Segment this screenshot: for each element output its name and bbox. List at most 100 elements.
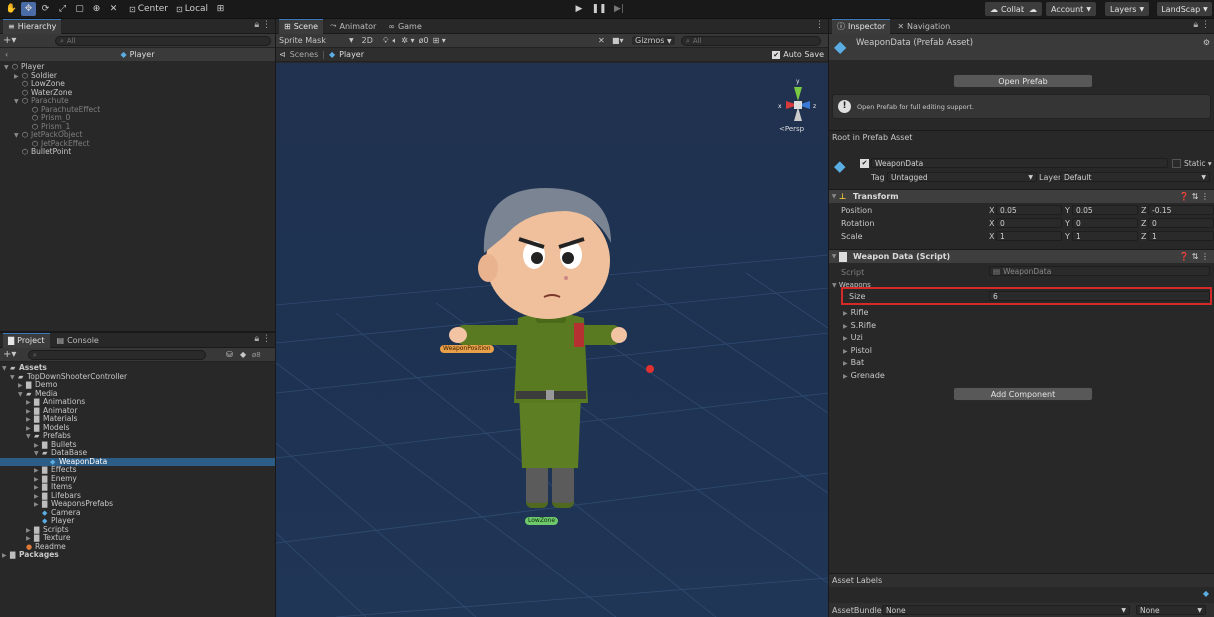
axis-y-label[interactable]: Y bbox=[1065, 206, 1070, 215]
breadcrumb-player[interactable]: Player bbox=[339, 50, 364, 59]
lighting-toggle-icon[interactable]: 💡︎ bbox=[383, 36, 389, 46]
scene-viewport[interactable]: WeaponPosition LowZone x z y <Persp bbox=[276, 63, 828, 617]
auto-save-toggle[interactable]: ✔ Auto Save bbox=[772, 50, 824, 59]
lowzone-label[interactable]: LowZone bbox=[525, 517, 559, 525]
toggle-2d-button[interactable]: 2D bbox=[362, 36, 373, 45]
component-menu-icons[interactable]: ❓ ⇅ ⋮ bbox=[1179, 252, 1209, 261]
object-name-field[interactable]: WeaponData bbox=[871, 158, 1168, 168]
axis-y-label[interactable]: Y bbox=[1065, 232, 1070, 241]
layout-dropdown[interactable]: LandScap ▼ bbox=[1157, 2, 1212, 16]
scale-tool-icon[interactable]: ⤢ bbox=[55, 2, 70, 16]
pivot-toggle[interactable]: ⊡ Center bbox=[129, 2, 168, 16]
project-item[interactable]: ◆ WeaponData bbox=[0, 457, 275, 466]
camera-settings-icon[interactable]: ■▾ bbox=[612, 36, 624, 45]
project-item[interactable]: ▶ ▇ Packages bbox=[0, 550, 275, 561]
static-dropdown[interactable]: Static ▾ bbox=[1184, 159, 1212, 168]
transform-header[interactable]: ▼ ⊥ Transform ❓ ⇅ ⋮ bbox=[829, 189, 1214, 203]
back-arrow-icon[interactable]: ‹ bbox=[5, 50, 8, 59]
step-button[interactable]: ▶| bbox=[611, 2, 627, 16]
project-item[interactable]: ▶ ▇ Models bbox=[0, 423, 275, 433]
layers-dropdown[interactable]: Layers ▼ bbox=[1105, 2, 1150, 16]
search-by-label-icon[interactable]: ◆ bbox=[240, 350, 246, 359]
project-item[interactable]: ◆ Player bbox=[0, 516, 275, 526]
tab-scene[interactable]: ⊞ Scene bbox=[279, 18, 324, 34]
audio-toggle-icon[interactable]: 🔈︎ bbox=[392, 36, 397, 46]
tools-icon[interactable]: ✕ bbox=[598, 36, 605, 45]
open-prefab-button[interactable]: Open Prefab bbox=[953, 74, 1093, 88]
axis-z-label[interactable]: Z bbox=[1141, 219, 1146, 228]
tab-game[interactable]: ∞ Game bbox=[383, 19, 427, 34]
weapon-element-foldout[interactable]: ▶ Grenade bbox=[843, 371, 885, 380]
transform-y-field[interactable]: 1 bbox=[1072, 231, 1138, 241]
tab-animator[interactable]: ⤳ Animator bbox=[325, 19, 381, 34]
move-tool-icon[interactable]: ✥ bbox=[21, 2, 36, 16]
create-button[interactable]: +▾ bbox=[3, 35, 16, 46]
panel-menu-icon[interactable]: 🔒︎ ⋮ bbox=[254, 334, 271, 344]
weapon-position-label[interactable]: WeaponPosition bbox=[440, 345, 494, 353]
project-item[interactable]: ◆ Camera bbox=[0, 508, 275, 518]
project-item[interactable]: ▶ ▇ Bullets bbox=[0, 440, 275, 450]
draw-mode-dropdown[interactable]: Sprite Mask bbox=[279, 36, 345, 45]
layer-dropdown[interactable]: Default ▼ bbox=[1060, 172, 1210, 182]
rect-tool-icon[interactable]: ▢ bbox=[72, 2, 87, 16]
custom-tool-icon[interactable]: ✕ bbox=[106, 2, 121, 16]
transform-z-field[interactable]: -0.15 bbox=[1148, 205, 1214, 215]
weapon-element-foldout[interactable]: ▶ Rifle bbox=[843, 308, 868, 317]
panel-menu-icon[interactable]: ⋮ bbox=[815, 20, 824, 30]
project-item[interactable]: ▶ ▇ WeaponsPrefabs bbox=[0, 499, 275, 509]
hidden-objects-toggle[interactable]: ø0 bbox=[419, 36, 429, 45]
grid-toggle-icon[interactable]: ⊞ ▾ bbox=[433, 36, 446, 45]
panel-menu-icon[interactable]: 🔒︎ ⋮ bbox=[1193, 20, 1210, 30]
project-item[interactable]: ▼ ▰ Prefabs bbox=[0, 431, 275, 441]
axis-x-label[interactable]: X bbox=[989, 232, 994, 241]
tab-inspector[interactable]: ⓘ Inspector bbox=[832, 18, 891, 34]
gizmos-dropdown[interactable]: Gizmos ▼ bbox=[632, 36, 675, 45]
axis-z-label[interactable]: Z bbox=[1141, 206, 1146, 215]
size-field[interactable]: 6 bbox=[989, 291, 1210, 301]
axis-y-label[interactable]: Y bbox=[1065, 219, 1070, 228]
grid-snap-icon[interactable]: ⊞ bbox=[213, 2, 228, 16]
assetbundle-dropdown[interactable]: None ▼ bbox=[882, 605, 1130, 615]
rotate-tool-icon[interactable]: ⟳ bbox=[38, 2, 53, 16]
space-toggle[interactable]: ⊡ Local bbox=[176, 2, 208, 16]
account-dropdown[interactable]: Account ▼ bbox=[1046, 2, 1096, 16]
axis-x-label[interactable]: X bbox=[989, 219, 994, 228]
transform-x-field[interactable]: 0 bbox=[996, 218, 1062, 228]
hierarchy-item[interactable]: ⬡ BulletPoint bbox=[0, 147, 275, 157]
tab-console[interactable]: ▤ Console bbox=[52, 333, 104, 348]
breadcrumb-scenes[interactable]: Scenes bbox=[290, 50, 319, 59]
tag-dropdown[interactable]: Untagged ▼ bbox=[887, 172, 1037, 182]
cloud-button[interactable]: ☁ bbox=[1024, 2, 1042, 16]
project-item[interactable]: ▶ ▇ Animations bbox=[0, 397, 275, 407]
weapon-element-foldout[interactable]: ▶ Uzi bbox=[843, 333, 863, 342]
transform-tool-icon[interactable]: ⊕ bbox=[89, 2, 104, 16]
project-item[interactable]: ▼ ▰ DataBase bbox=[0, 448, 275, 458]
project-item[interactable]: ▶ ▇ Scripts bbox=[0, 525, 275, 535]
weapon-data-header[interactable]: ▼ Weapon Data (Script) ❓ ⇅ ⋮ bbox=[829, 249, 1214, 263]
static-checkbox[interactable] bbox=[1172, 159, 1181, 168]
create-button[interactable]: +▾ bbox=[3, 349, 16, 360]
tab-hierarchy[interactable]: ≡ Hierarchy bbox=[3, 18, 62, 34]
tab-project[interactable]: ▇ Project bbox=[3, 332, 50, 348]
transform-z-field[interactable]: 1 bbox=[1148, 231, 1214, 241]
axis-x-label[interactable]: X bbox=[989, 206, 994, 215]
project-item[interactable]: ▶ ▇ Animator bbox=[0, 406, 275, 416]
foldout-collapsed-icon[interactable]: ▶ bbox=[2, 552, 10, 561]
axis-z-label[interactable]: Z bbox=[1141, 232, 1146, 241]
weapon-element-foldout[interactable]: ▶ Pistol bbox=[843, 346, 872, 355]
asset-label-tag-icon[interactable]: ◆ bbox=[1203, 589, 1209, 598]
project-search-input[interactable]: ⌕ bbox=[28, 350, 206, 360]
scene-search-input[interactable]: ⌕ All bbox=[681, 36, 821, 46]
effects-toggle-icon[interactable]: ✲ ▾ bbox=[401, 36, 414, 45]
assetbundle-variant-dropdown[interactable]: None ▼ bbox=[1136, 605, 1206, 615]
soldier-character[interactable] bbox=[276, 63, 828, 617]
project-item[interactable]: ▶ ▇ Effects bbox=[0, 465, 275, 475]
project-item[interactable]: ▶ ▇ Materials bbox=[0, 414, 275, 424]
transform-y-field[interactable]: 0.05 bbox=[1072, 205, 1138, 215]
component-menu-icons[interactable]: ❓ ⇅ ⋮ bbox=[1179, 192, 1209, 201]
transform-x-field[interactable]: 1 bbox=[996, 231, 1062, 241]
orientation-gizmo[interactable]: x z y bbox=[768, 73, 828, 133]
panel-menu-icon[interactable]: 🔒︎ ⋮ bbox=[254, 20, 271, 30]
transform-z-field[interactable]: 0 bbox=[1148, 218, 1214, 228]
hand-tool-icon[interactable]: ✋ bbox=[4, 2, 19, 16]
